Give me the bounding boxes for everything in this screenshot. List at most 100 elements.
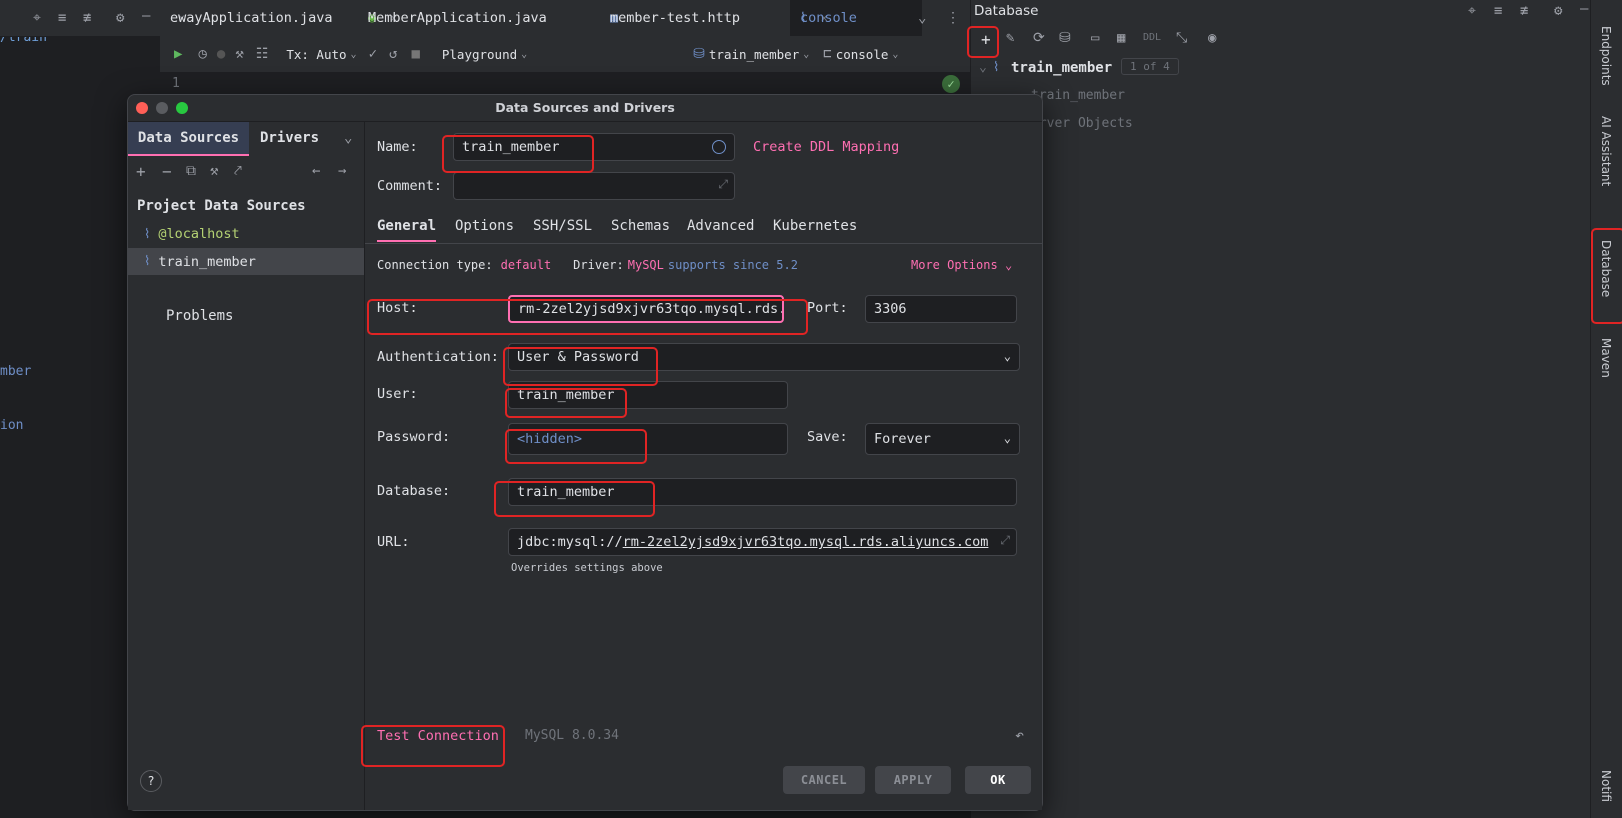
eye-icon[interactable]: ◉ [1208, 30, 1216, 46]
tab-member-test-http[interactable]: ▦ member-test.http [600, 0, 780, 36]
cancel-button[interactable]: CANCEL [783, 766, 865, 794]
locate-icon[interactable]: ⌖ [1468, 3, 1476, 19]
minimize-icon[interactable]: — [1580, 1, 1588, 17]
tree-child-label[interactable]: erver Objects [1031, 116, 1133, 131]
reset-icon[interactable]: ↶ [1015, 726, 1024, 744]
host-field[interactable]: rm-2zel2yjsd9xjvr63tqo.mysql.rds.a [508, 295, 784, 323]
mysql-icon: ⌇ [144, 226, 151, 242]
tab-kubernetes[interactable]: Kubernetes [773, 218, 857, 234]
stop-square-icon[interactable]: ■ [411, 46, 419, 62]
datasource-label: train_member [158, 253, 256, 270]
driver-value[interactable]: MySQL [628, 258, 664, 272]
ai-assistant-tab[interactable]: AI Assistant [1599, 116, 1613, 186]
url-field[interactable]: jdbc:mysql:// rm-2zel2yjsd9xjvr63tqo.mys… [508, 528, 1017, 556]
database-field[interactable]: train_member [508, 478, 1017, 506]
history-icon[interactable]: ◷ [198, 46, 206, 62]
tree-child-label[interactable]: train_member [1031, 88, 1125, 103]
name-field[interactable]: train_member [453, 133, 735, 161]
collapse-all-icon[interactable]: ≢ [83, 10, 91, 26]
rollback-icon[interactable]: ↺ [389, 46, 397, 62]
authentication-label: Authentication: [377, 349, 499, 365]
apply-button[interactable]: APPLY [875, 766, 951, 794]
expand-icon[interactable]: ⤢ [718, 177, 728, 192]
dialog-left-pane: Data Sources Drivers ⌄ + − ⧉ ⚒ ⤤ ← → Pro… [128, 122, 365, 810]
run-icon[interactable]: ▶ [174, 46, 182, 62]
console-icon[interactable]: ▭ [1091, 30, 1099, 46]
commit-icon[interactable]: ✓ [369, 46, 377, 62]
collapse-all-icon[interactable]: ≢ [1520, 3, 1528, 19]
tab-member-application[interactable]: ◉ MemberApplication.java × [356, 0, 588, 36]
tree-badge: 1 of 4 [1121, 58, 1179, 75]
tab-console[interactable]: ⌇ console × [790, 0, 922, 36]
open-external-icon[interactable]: ⤤ [234, 163, 242, 179]
wrench-icon[interactable]: ⚒ [235, 46, 243, 62]
tab-drivers[interactable]: Drivers [260, 122, 319, 154]
playground-dropdown[interactable]: Playground [442, 47, 517, 62]
expand-all-icon[interactable]: ≡ [1494, 3, 1502, 19]
tab-general[interactable]: General [377, 218, 437, 242]
table-view-icon[interactable]: ☷ [256, 46, 269, 62]
tab-gateway-application[interactable]: ewayApplication.java × [160, 0, 356, 36]
tab-schemas[interactable]: Schemas [611, 218, 670, 234]
problems-item[interactable]: Problems [166, 308, 233, 324]
mysql-icon: ⌇ [144, 254, 151, 269]
back-arrow-icon[interactable]: ← [312, 163, 320, 179]
forward-arrow-icon[interactable]: → [338, 163, 346, 179]
maven-tab[interactable]: Maven [1599, 338, 1613, 378]
password-field[interactable]: <hidden> [508, 423, 788, 455]
gear-icon[interactable]: ⚙ [116, 10, 124, 26]
database-tool-window: Database ⌖ ≡ ≢ ⚙ — + ✎ ⟳ ⛁ ▭ ▦ DDL ⤡ ◉ ⌄… [970, 0, 1591, 818]
datasource-item-train-member[interactable]: ⌇ train_member [128, 248, 364, 275]
add-icon[interactable]: + [136, 162, 146, 181]
port-field[interactable]: 3306 [865, 295, 1017, 323]
authentication-select[interactable]: User & Password ⌄ [508, 343, 1020, 371]
tab-advanced[interactable]: Advanced [687, 218, 754, 234]
table-icon[interactable]: ▦ [1117, 30, 1125, 46]
jump-icon[interactable]: ⤡ [1176, 30, 1187, 46]
tab-options[interactable]: Options [455, 218, 514, 234]
tab-data-sources[interactable]: Data Sources [128, 122, 249, 156]
port-label: Port: [807, 300, 848, 316]
comment-label: Comment: [377, 178, 443, 194]
tx-mode-dropdown[interactable]: Tx: Auto [286, 47, 346, 62]
chevron-down-icon[interactable]: ⌄ [918, 10, 926, 26]
database-tab[interactable]: Database [1599, 240, 1613, 297]
test-connection-link[interactable]: Test Connection [377, 728, 499, 744]
tree-root-label[interactable]: train_member [1011, 60, 1112, 76]
schema-icon: ⊏ [823, 46, 832, 62]
connection-type-value[interactable]: default [501, 258, 552, 272]
chevron-down-icon: ⌄ [1003, 431, 1011, 445]
create-ddl-mapping-link[interactable]: Create DDL Mapping [753, 139, 899, 155]
duplicate-icon[interactable]: ⧉ [186, 163, 196, 179]
comment-field[interactable]: ⤢ [453, 172, 735, 200]
user-field[interactable]: train_member [508, 381, 788, 409]
save-select[interactable]: Forever ⌄ [865, 423, 1020, 455]
refresh-icon[interactable]: ⟳ [1033, 30, 1045, 46]
expand-all-icon[interactable]: ≡ [58, 10, 66, 26]
properties-icon[interactable]: ✎ [1006, 30, 1014, 46]
chevron-down-icon[interactable]: ⌄ [344, 130, 352, 146]
remove-icon[interactable]: − [162, 162, 172, 181]
ddl-button[interactable]: DDL [1143, 32, 1161, 43]
gear-icon[interactable]: ⚙ [1554, 3, 1562, 19]
more-vertical-icon[interactable]: ⋮ [946, 10, 960, 26]
help-button[interactable]: ? [140, 770, 162, 792]
expand-icon[interactable]: ⤢ [996, 533, 1010, 548]
more-options-link[interactable]: More Options ⌄ [911, 258, 1012, 272]
console-dropdown[interactable]: console [836, 47, 889, 62]
tab-ssh-ssl[interactable]: SSH/SSL [533, 218, 592, 234]
notifications-tab[interactable]: Notifi [1599, 770, 1613, 802]
wrench-icon[interactable]: ⚒ [210, 163, 218, 179]
stop-icon[interactable]: ● [217, 46, 225, 62]
locate-icon[interactable]: ⌖ [33, 10, 41, 26]
minimize-icon[interactable]: — [142, 8, 150, 24]
chevron-down-icon[interactable]: ⌄ [979, 60, 987, 75]
disconnect-icon[interactable]: ⛁ [1059, 30, 1071, 46]
datasource-item-localhost[interactable]: ⌇ @localhost [128, 221, 364, 247]
ok-button[interactable]: OK [965, 766, 1031, 794]
endpoints-tab[interactable]: Endpoints [1599, 26, 1613, 86]
name-label: Name: [377, 139, 418, 155]
datasource-dropdown[interactable]: train_member [709, 47, 799, 62]
add-datasource-icon[interactable]: + [981, 30, 991, 49]
color-circle-icon[interactable] [712, 140, 726, 154]
